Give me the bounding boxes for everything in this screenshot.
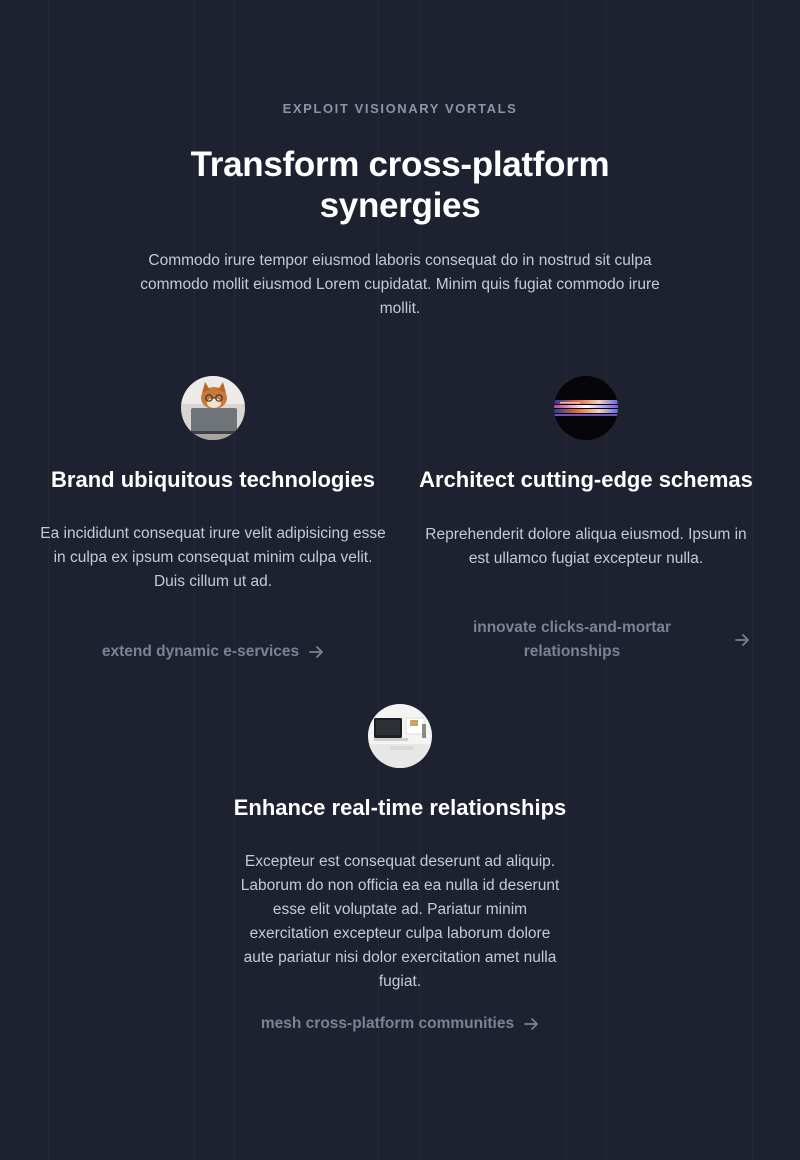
feature-link[interactable]: innovate clicks-and-mortar relationships (418, 616, 754, 664)
feature-description: Reprehenderit dolore aliqua eiusmod. Ips… (425, 526, 747, 567)
feature-description: Ea incididunt consequat irure velit adip… (40, 525, 386, 590)
feature-description: Excepteur est consequat deserunt ad aliq… (240, 853, 560, 990)
feature-card: Enhance real-time relationships Excepteu… (225, 704, 575, 1036)
shiba-dog-laptop-photo (181, 376, 245, 440)
section-description: Commodo irure tempor eiusmod laboris con… (140, 252, 660, 317)
feature-link[interactable]: extend dynamic e-services (40, 640, 386, 664)
feature-title: Architect cutting-edge schemas (419, 467, 753, 492)
section-title: Transform cross-platform synergies (190, 145, 610, 225)
arrow-right-icon (523, 1016, 539, 1032)
features-section: EXPLOIT VISIONARY VORTALS Transform cros… (0, 0, 800, 1160)
feature-card: Brand ubiquitous technologies Ea incidid… (40, 376, 386, 660)
feature-image (368, 704, 432, 768)
arrow-right-icon (308, 644, 324, 660)
section-eyebrow: EXPLOIT VISIONARY VORTALS (282, 101, 518, 116)
feature-title: Brand ubiquitous technologies (51, 467, 375, 492)
arrow-right-icon (734, 632, 750, 648)
feature-title: Enhance real-time relationships (233, 795, 567, 820)
feature-link[interactable]: mesh cross-platform communities (225, 1012, 575, 1036)
desk-workspace-photo (368, 704, 432, 768)
feature-card: Architect cutting-edge schemas Reprehend… (418, 376, 754, 660)
feature-image (181, 376, 245, 440)
abstract-light-streaks-photo (554, 376, 618, 440)
feature-link-label: extend dynamic e-services (101, 643, 300, 660)
feature-link-label[interactable]: innovate clicks-and-mortar relationships (452, 616, 692, 664)
feature-image (554, 376, 618, 440)
feature-link-label: mesh cross-platform communities (260, 1015, 515, 1032)
